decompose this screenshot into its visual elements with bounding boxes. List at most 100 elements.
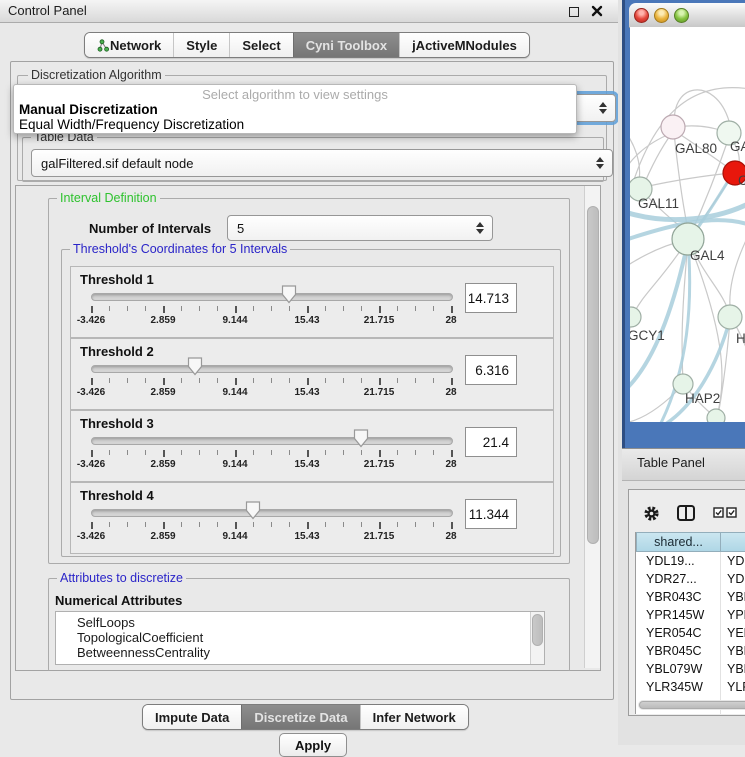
tick — [361, 378, 362, 383]
table-cell: YDR27... — [636, 570, 720, 588]
slider-track[interactable] — [91, 437, 453, 445]
checkbox-icon[interactable] — [726, 507, 737, 518]
network-edge[interactable] — [644, 173, 732, 187]
threshold-value-field[interactable]: 11.344 — [465, 499, 517, 529]
tick — [181, 378, 182, 383]
node-table[interactable]: shared...name YDL19...YDL1YDR27...YDR2YB… — [635, 532, 745, 714]
popup-option-manual-discretization[interactable]: Manual Discretization — [19, 102, 158, 117]
network-node-gcy1[interactable] — [630, 307, 641, 327]
tick — [145, 450, 146, 455]
slider-track[interactable] — [91, 293, 453, 301]
tick — [397, 306, 398, 311]
combo-stepper-icon[interactable] — [599, 102, 607, 114]
minimize-window-icon[interactable] — [654, 8, 669, 23]
tab-jactivemnodules[interactable]: jActiveMNodules — [399, 33, 529, 57]
network-edge[interactable] — [730, 232, 745, 315]
tick — [217, 378, 218, 383]
table-data-combobox[interactable]: galFiltered.sif default node — [31, 149, 613, 177]
tick-label: -3.426 — [59, 387, 123, 398]
tab-discretize-data[interactable]: Discretize Data — [241, 705, 359, 729]
tick — [451, 378, 453, 385]
table-column-header-name[interactable]: name — [720, 532, 745, 552]
attribute-list-item[interactable]: TopologicalCoefficient — [56, 630, 544, 645]
tick — [91, 522, 93, 529]
threshold-value-field[interactable]: 6.316 — [465, 355, 517, 385]
table-row[interactable]: YER054CYER0 — [636, 624, 745, 642]
num-intervals-combobox[interactable]: 5 — [227, 215, 493, 241]
slider-thumb[interactable] — [353, 429, 369, 448]
tick — [253, 378, 254, 383]
tab-network[interactable]: Network — [85, 33, 173, 57]
tick — [253, 522, 254, 527]
tab-label: Infer Network — [373, 710, 456, 725]
checkbox-icon[interactable] — [713, 507, 724, 518]
tab-impute-data[interactable]: Impute Data — [143, 705, 241, 729]
popup-placeholder[interactable]: Select algorithm to view settings — [14, 87, 576, 102]
slider-tick-labels: -3.4262.8599.14415.4321.71528 — [91, 315, 451, 327]
network-node-node[interactable] — [707, 409, 725, 422]
tick — [307, 306, 309, 313]
slider-thumb[interactable] — [245, 501, 261, 520]
attribute-list-item[interactable]: BetweennessCentrality — [56, 645, 544, 660]
combo-stepper-icon[interactable] — [596, 157, 604, 169]
network-view-canvas[interactable]: GAL80GACGAL11GAL4GCY1HHAP2 — [630, 27, 745, 422]
apply-button[interactable]: Apply — [279, 733, 347, 757]
threshold-label: Threshold 3 — [80, 416, 154, 431]
gear-icon[interactable] — [643, 505, 660, 522]
tick — [379, 522, 381, 529]
close-window-icon[interactable] — [634, 8, 649, 23]
network-edge[interactable] — [689, 242, 722, 416]
tick — [253, 306, 254, 311]
table-row[interactable]: YLR345WYLR3 — [636, 678, 745, 696]
tick — [289, 378, 290, 383]
threshold-value-field[interactable]: 21.4 — [465, 427, 517, 457]
table-row[interactable]: YPR145WYPR1 — [636, 606, 745, 624]
tick-label: 21.715 — [347, 315, 411, 326]
combo-stepper-icon[interactable] — [476, 222, 484, 234]
tick — [289, 522, 290, 527]
network-node-h[interactable] — [718, 305, 742, 329]
network-graph[interactable]: GAL80GACGAL11GAL4GCY1HHAP2 — [630, 27, 745, 422]
tick — [307, 450, 309, 457]
table-row[interactable]: YDL19...YDL1 — [636, 552, 745, 570]
slider-thumb[interactable] — [281, 285, 297, 304]
slider-track[interactable] — [91, 365, 453, 373]
tick — [451, 306, 453, 313]
threshold-value-field[interactable]: 14.713 — [465, 283, 517, 313]
table-cell: YBR045C — [636, 642, 720, 660]
popup-option-equal-width[interactable]: Equal Width/Frequency Discretization — [19, 117, 244, 132]
tab-style[interactable]: Style — [173, 33, 229, 57]
slider-thumb[interactable] — [187, 357, 203, 376]
table-row[interactable]: YDR27...YDR2 — [636, 570, 745, 588]
table-hscrollbar[interactable] — [638, 700, 745, 710]
float-panel-icon[interactable] — [569, 7, 579, 17]
tick-label: 15.43 — [275, 531, 339, 542]
table-column-header-shared[interactable]: shared... — [636, 532, 720, 552]
tab-infer-network[interactable]: Infer Network — [360, 705, 468, 729]
tab-cyni-toolbox[interactable]: Cyni Toolbox — [293, 33, 399, 57]
slider-track[interactable] — [91, 509, 453, 517]
zoom-window-icon[interactable] — [674, 8, 689, 23]
tick — [415, 378, 416, 383]
table-row[interactable]: YBR043CYBR0 — [636, 588, 745, 606]
table-row[interactable]: YBR045CYBR0 — [636, 642, 745, 660]
network-node-gal80[interactable] — [661, 115, 685, 139]
tick-label: 15.43 — [275, 315, 339, 326]
tab-select[interactable]: Select — [229, 33, 292, 57]
attribute-list-item[interactable]: SelfLoops — [56, 615, 544, 630]
tick — [199, 522, 200, 527]
tick — [433, 306, 434, 311]
columns-icon[interactable] — [677, 505, 695, 521]
close-panel-icon[interactable] — [591, 5, 603, 17]
tick — [325, 378, 326, 383]
tick — [271, 450, 272, 455]
network-node-label: GA — [730, 139, 745, 154]
top-tab-bar: NetworkStyleSelectCyni ToolboxjActiveMNo… — [84, 32, 530, 58]
attributes-scrollbar[interactable] — [530, 612, 544, 664]
table-row[interactable]: YBL079WYBL0 — [636, 660, 745, 678]
panel-scrollbar[interactable] — [584, 186, 600, 668]
tick-label: -3.426 — [59, 459, 123, 470]
tick — [145, 306, 146, 311]
numerical-attributes-list[interactable]: SelfLoopsTopologicalCoefficientBetweenne… — [55, 611, 545, 665]
threshold-label: Threshold 2 — [80, 344, 154, 359]
